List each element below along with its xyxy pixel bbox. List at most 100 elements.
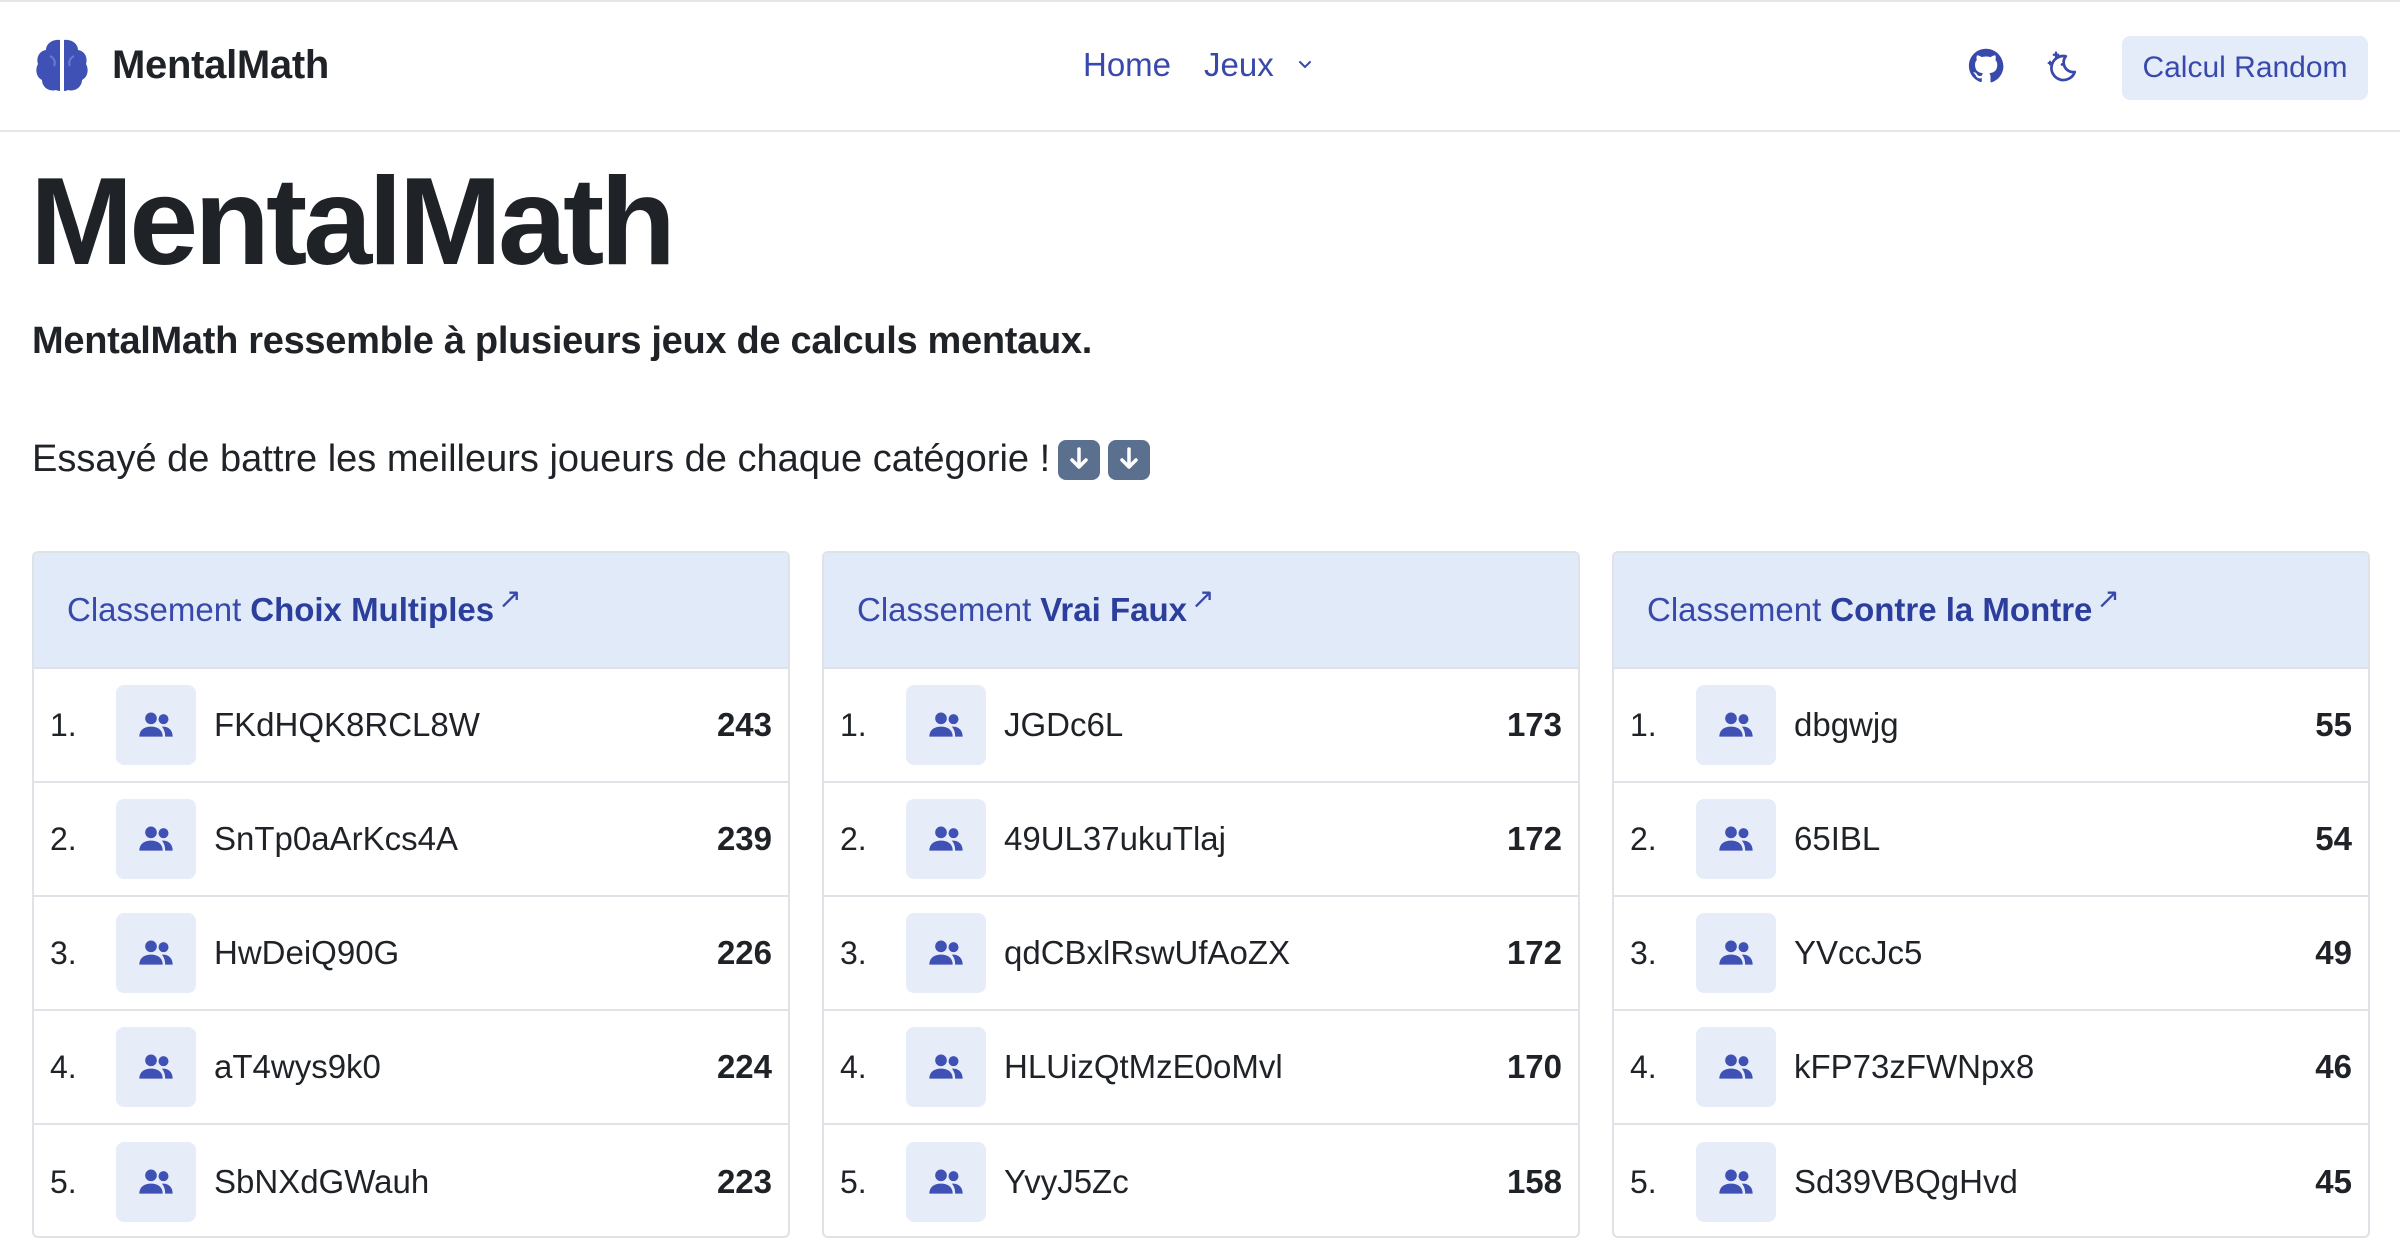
player-name: dbgwjg <box>1794 706 1899 743</box>
users-icon <box>139 826 173 851</box>
users-icon <box>929 826 963 851</box>
leaderboard-true-false: Classement Vrai Faux ↗ 1. JGDc6L 173 2. … <box>822 551 1580 1238</box>
rank-number: 4. <box>50 1048 77 1085</box>
users-icon <box>139 712 173 737</box>
theme-toggle-button[interactable] <box>2042 46 2082 86</box>
player-score: 172 <box>1506 820 1562 857</box>
leaderboard-row: 4. kFP73zFWNpx8 46 <box>1614 1011 2368 1125</box>
player-name: YvyJ5Zc <box>1004 1163 1129 1200</box>
leaderboard-list: 1. dbgwjg 55 2. 65IBL 54 3. YVccJc5 49 4… <box>1614 669 2368 1236</box>
users-icon <box>929 1054 963 1079</box>
users-icon <box>139 1169 173 1194</box>
moon-stars-icon <box>2047 51 2077 82</box>
leaderboard-row: 1. JGDc6L 173 <box>824 669 1578 783</box>
rank-number: 4. <box>1630 1048 1657 1085</box>
leaderboard-prefix: Classement <box>67 591 242 628</box>
player-avatar <box>116 1142 196 1222</box>
nav-home-link[interactable]: Home <box>1083 46 1171 84</box>
player-avatar <box>1696 799 1776 879</box>
leaderboard-header-link[interactable]: Classement Contre la Montre ↗ <box>1614 553 2368 669</box>
player-name: aT4wys9k0 <box>214 1048 381 1085</box>
leaderboard-row: 3. HwDeiQ90G 226 <box>34 897 788 1011</box>
users-icon <box>1719 940 1753 965</box>
arrow-up-right-icon: ↗ <box>2096 582 2120 614</box>
player-avatar <box>1696 1142 1776 1222</box>
users-icon <box>1719 826 1753 851</box>
player-avatar <box>906 685 986 765</box>
player-name: 49UL37ukuTlaj <box>1004 820 1226 857</box>
random-calc-button[interactable]: Calcul Random <box>2122 36 2368 100</box>
users-icon <box>1719 1054 1753 1079</box>
rank-number: 2. <box>1630 820 1657 857</box>
rank-number: 3. <box>1630 934 1657 971</box>
player-avatar <box>906 1142 986 1222</box>
main-nav: Home Jeux <box>1083 46 1314 84</box>
player-name: qdCBxlRswUfAoZX <box>1004 934 1291 971</box>
leaderboard-row: 2. 49UL37ukuTlaj 172 <box>824 783 1578 897</box>
github-link[interactable] <box>1966 46 2006 86</box>
rank-number: 3. <box>50 934 77 971</box>
player-name: YVccJc5 <box>1794 934 1923 971</box>
leaderboard-row: 3. YVccJc5 49 <box>1614 897 2368 1011</box>
leaderboard-name: Choix Multiples <box>250 591 495 628</box>
leaderboard-header-link[interactable]: Classement Choix Multiples ↗ <box>34 553 788 669</box>
chevron-down-icon <box>1298 61 1311 69</box>
player-score: 49 <box>2315 934 2352 971</box>
player-avatar <box>906 1027 986 1107</box>
player-score: 46 <box>2315 1048 2352 1085</box>
player-score: 243 <box>716 706 772 743</box>
player-score: 224 <box>716 1048 772 1085</box>
page-subtitle: MentalMath ressemble à plusieurs jeux de… <box>32 320 1092 362</box>
player-avatar <box>1696 1027 1776 1107</box>
users-icon <box>929 1169 963 1194</box>
leaderboard-row: 5. SbNXdGWauh 223 <box>34 1125 788 1236</box>
down-arrow-emoji <box>1058 439 1101 480</box>
brand-link[interactable]: MentalMath <box>34 36 329 94</box>
rank-number: 2. <box>50 820 77 857</box>
users-icon <box>1719 712 1753 737</box>
users-icon <box>139 1054 173 1079</box>
leaderboard-row: 2. 65IBL 54 <box>1614 783 2368 897</box>
users-icon <box>139 940 173 965</box>
player-name: HLUizQtMzE0oMvl <box>1004 1048 1283 1085</box>
leaderboard-row: 1. FKdHQK8RCL8W 243 <box>34 669 788 783</box>
brain-icon <box>36 39 88 91</box>
leaderboard-header-link[interactable]: Classement Vrai Faux ↗ <box>824 553 1578 669</box>
leaderboard-prefix: Classement <box>857 591 1032 628</box>
intro-text: Essayé de battre les meilleurs joueurs d… <box>32 438 1151 481</box>
leaderboard-time-attack: Classement Contre la Montre ↗ 1. dbgwjg … <box>1612 551 2370 1238</box>
player-score: 158 <box>1506 1163 1562 1200</box>
leaderboard-row: 3. qdCBxlRswUfAoZX 172 <box>824 897 1578 1011</box>
leaderboard-row: 4. HLUizQtMzE0oMvl 170 <box>824 1011 1578 1125</box>
player-name: 65IBL <box>1794 820 1881 857</box>
leaderboard-name: Vrai Faux <box>1040 591 1187 628</box>
player-name: FKdHQK8RCL8W <box>214 706 480 743</box>
player-score: 55 <box>2315 706 2352 743</box>
down-arrow-emoji <box>1108 439 1151 480</box>
player-avatar <box>1696 685 1776 765</box>
rank-number: 1. <box>840 706 867 743</box>
rank-number: 3. <box>840 934 867 971</box>
player-avatar <box>906 913 986 993</box>
leaderboard-row: 5. Sd39VBQgHvd 45 <box>1614 1125 2368 1236</box>
player-name: kFP73zFWNpx8 <box>1794 1048 2035 1085</box>
github-icon <box>1968 48 2004 83</box>
player-score: 54 <box>2315 820 2352 857</box>
leaderboard-multiple-choice: Classement Choix Multiples ↗ 1. FKdHQK8R… <box>32 551 790 1238</box>
player-avatar <box>906 799 986 879</box>
player-avatar <box>116 685 196 765</box>
users-icon <box>929 712 963 737</box>
page-title: MentalMath <box>30 153 676 291</box>
users-icon <box>929 940 963 965</box>
leaderboard-row: 4. aT4wys9k0 224 <box>34 1011 788 1125</box>
player-name: JGDc6L <box>1004 706 1124 743</box>
nav-games-dropdown[interactable]: Jeux <box>1204 46 1314 84</box>
nav-games-label: Jeux <box>1204 46 1274 83</box>
arrow-up-right-icon: ↗ <box>1190 582 1215 614</box>
player-score: 223 <box>716 1163 772 1200</box>
player-score: 172 <box>1506 934 1562 971</box>
player-score: 45 <box>2315 1163 2352 1200</box>
navbar: MentalMath Home Jeux Calcul Random <box>0 0 2400 132</box>
player-name: Sd39VBQgHvd <box>1794 1163 2018 1200</box>
player-name: SbNXdGWauh <box>214 1163 430 1200</box>
